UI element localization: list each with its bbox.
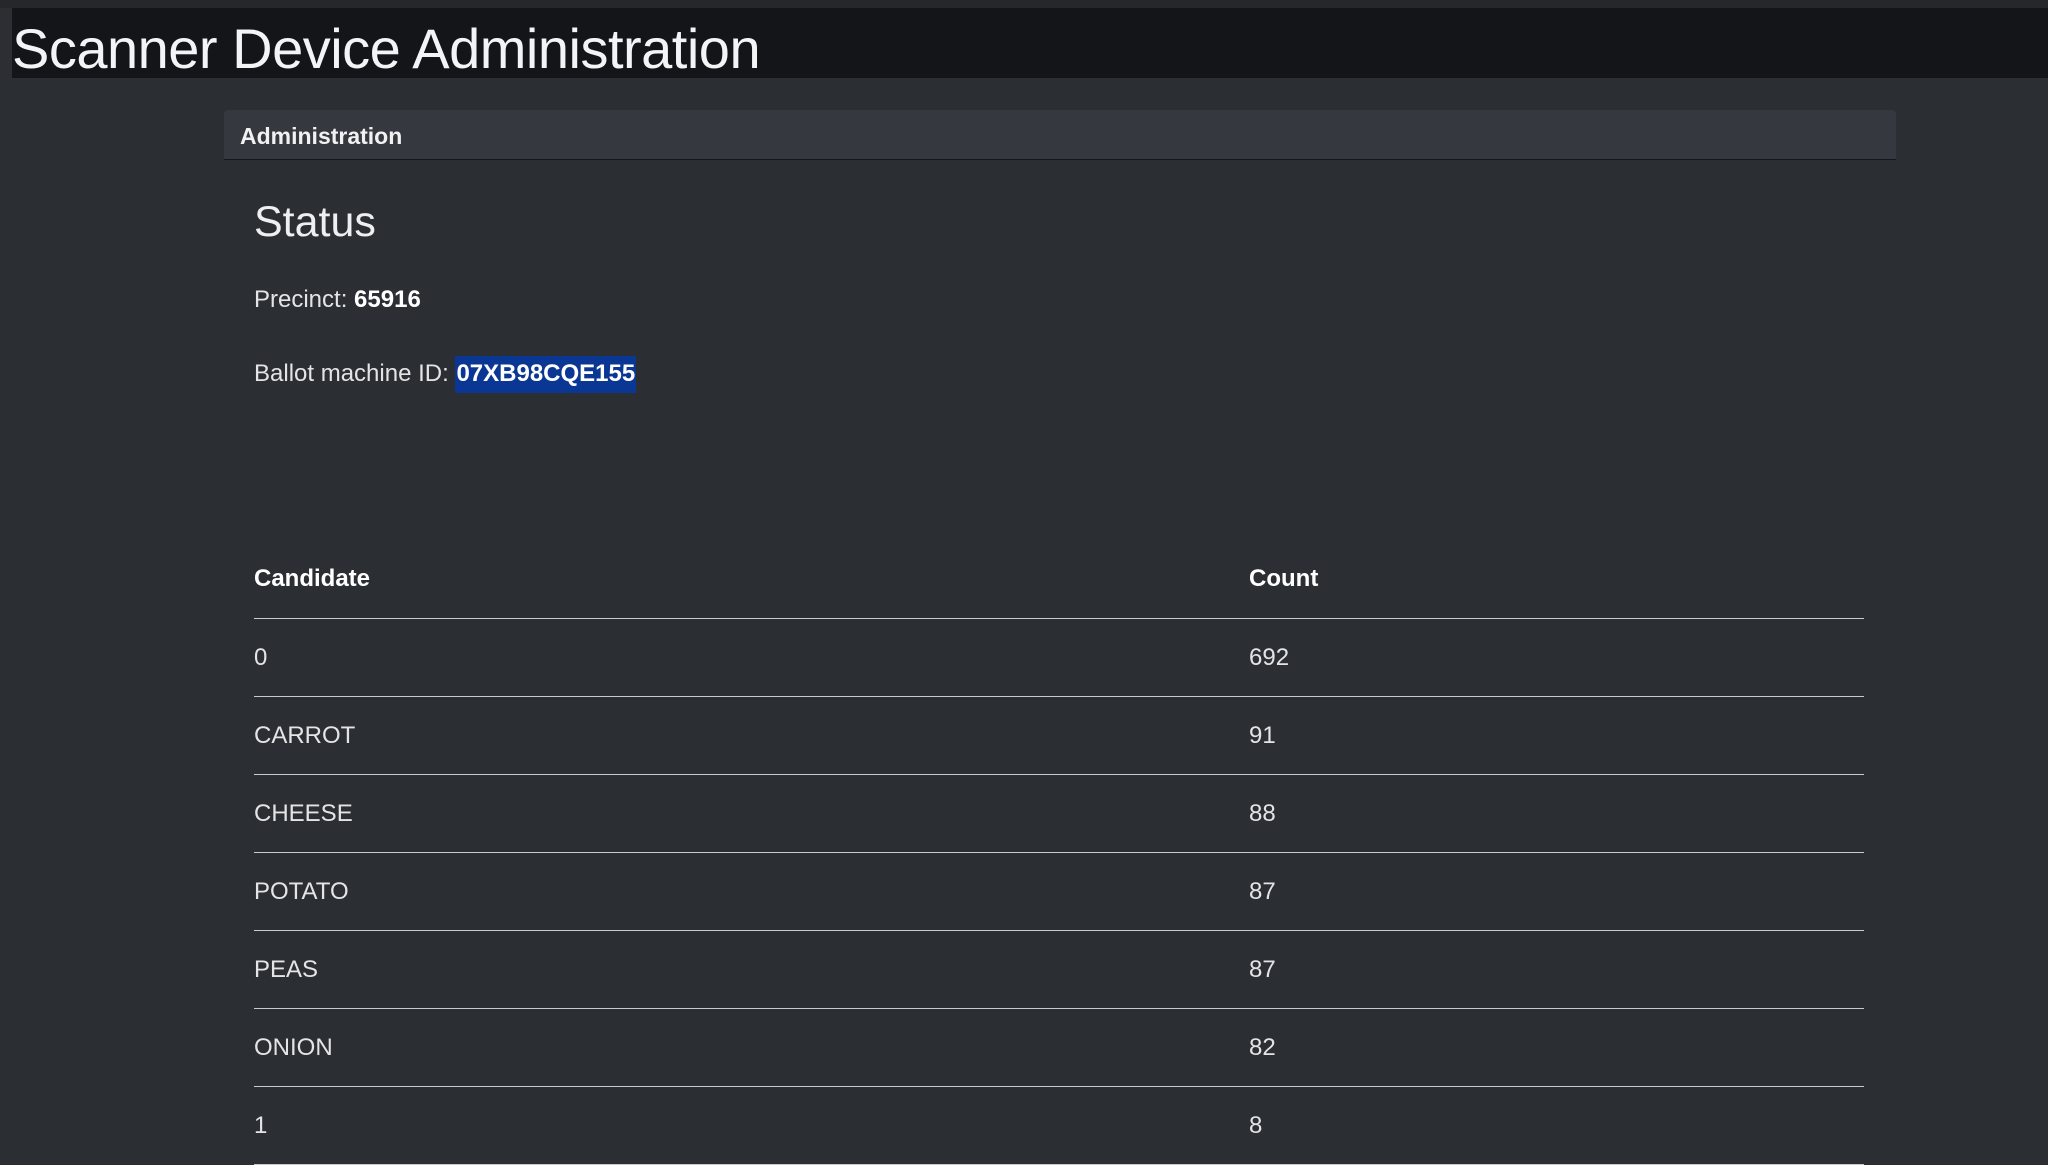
page-title: Scanner Device Administration <box>12 17 761 80</box>
count-cell: 8 <box>1249 1086 1864 1165</box>
card-header: Administration <box>224 110 1896 160</box>
ballot-machine-id-value[interactable]: 07XB98CQE155 <box>455 356 637 393</box>
ballot-machine-label: Ballot machine ID: <box>254 360 449 387</box>
candidate-cell: CARROT <box>254 696 1249 775</box>
candidate-cell: 1 <box>254 1086 1249 1165</box>
candidate-cell: CHEESE <box>254 774 1249 853</box>
card-header-title: Administration <box>240 123 403 149</box>
column-header-candidate: Candidate <box>254 540 1249 619</box>
table-row: 1 8 <box>254 1086 1864 1165</box>
administration-card: Administration Status Precinct: 65916 Ba… <box>224 110 1896 1165</box>
candidate-count-table: Candidate Count 0 692 CARROT 91 CHEESE 8… <box>254 540 1864 1165</box>
table-row: PEAS 87 <box>254 930 1864 1009</box>
title-bar: Scanner Device Administration <box>12 8 2048 80</box>
column-header-count: Count <box>1249 540 1864 619</box>
candidate-cell: PEAS <box>254 930 1249 1009</box>
table-row: CARROT 91 <box>254 696 1864 775</box>
count-cell: 87 <box>1249 930 1864 1009</box>
ballot-machine-line: Ballot machine ID: 07XB98CQE155 <box>254 356 637 393</box>
count-cell: 88 <box>1249 774 1864 853</box>
table-header-row: Candidate Count <box>254 540 1864 619</box>
count-cell: 87 <box>1249 852 1864 931</box>
table-row: ONION 82 <box>254 1008 1864 1087</box>
precinct-value: 65916 <box>354 286 421 313</box>
count-cell: 91 <box>1249 696 1864 775</box>
count-cell: 692 <box>1249 618 1864 697</box>
table-row: 0 692 <box>254 618 1864 697</box>
table-row: POTATO 87 <box>254 852 1864 931</box>
table-row: CHEESE 88 <box>254 774 1864 853</box>
candidate-cell: POTATO <box>254 852 1249 931</box>
precinct-line: Precinct: 65916 <box>254 286 421 314</box>
candidate-cell: 0 <box>254 618 1249 697</box>
candidate-cell: ONION <box>254 1008 1249 1087</box>
top-strip <box>0 0 2048 8</box>
status-title: Status <box>254 198 376 246</box>
count-cell: 82 <box>1249 1008 1864 1087</box>
precinct-label: Precinct: <box>254 286 348 313</box>
